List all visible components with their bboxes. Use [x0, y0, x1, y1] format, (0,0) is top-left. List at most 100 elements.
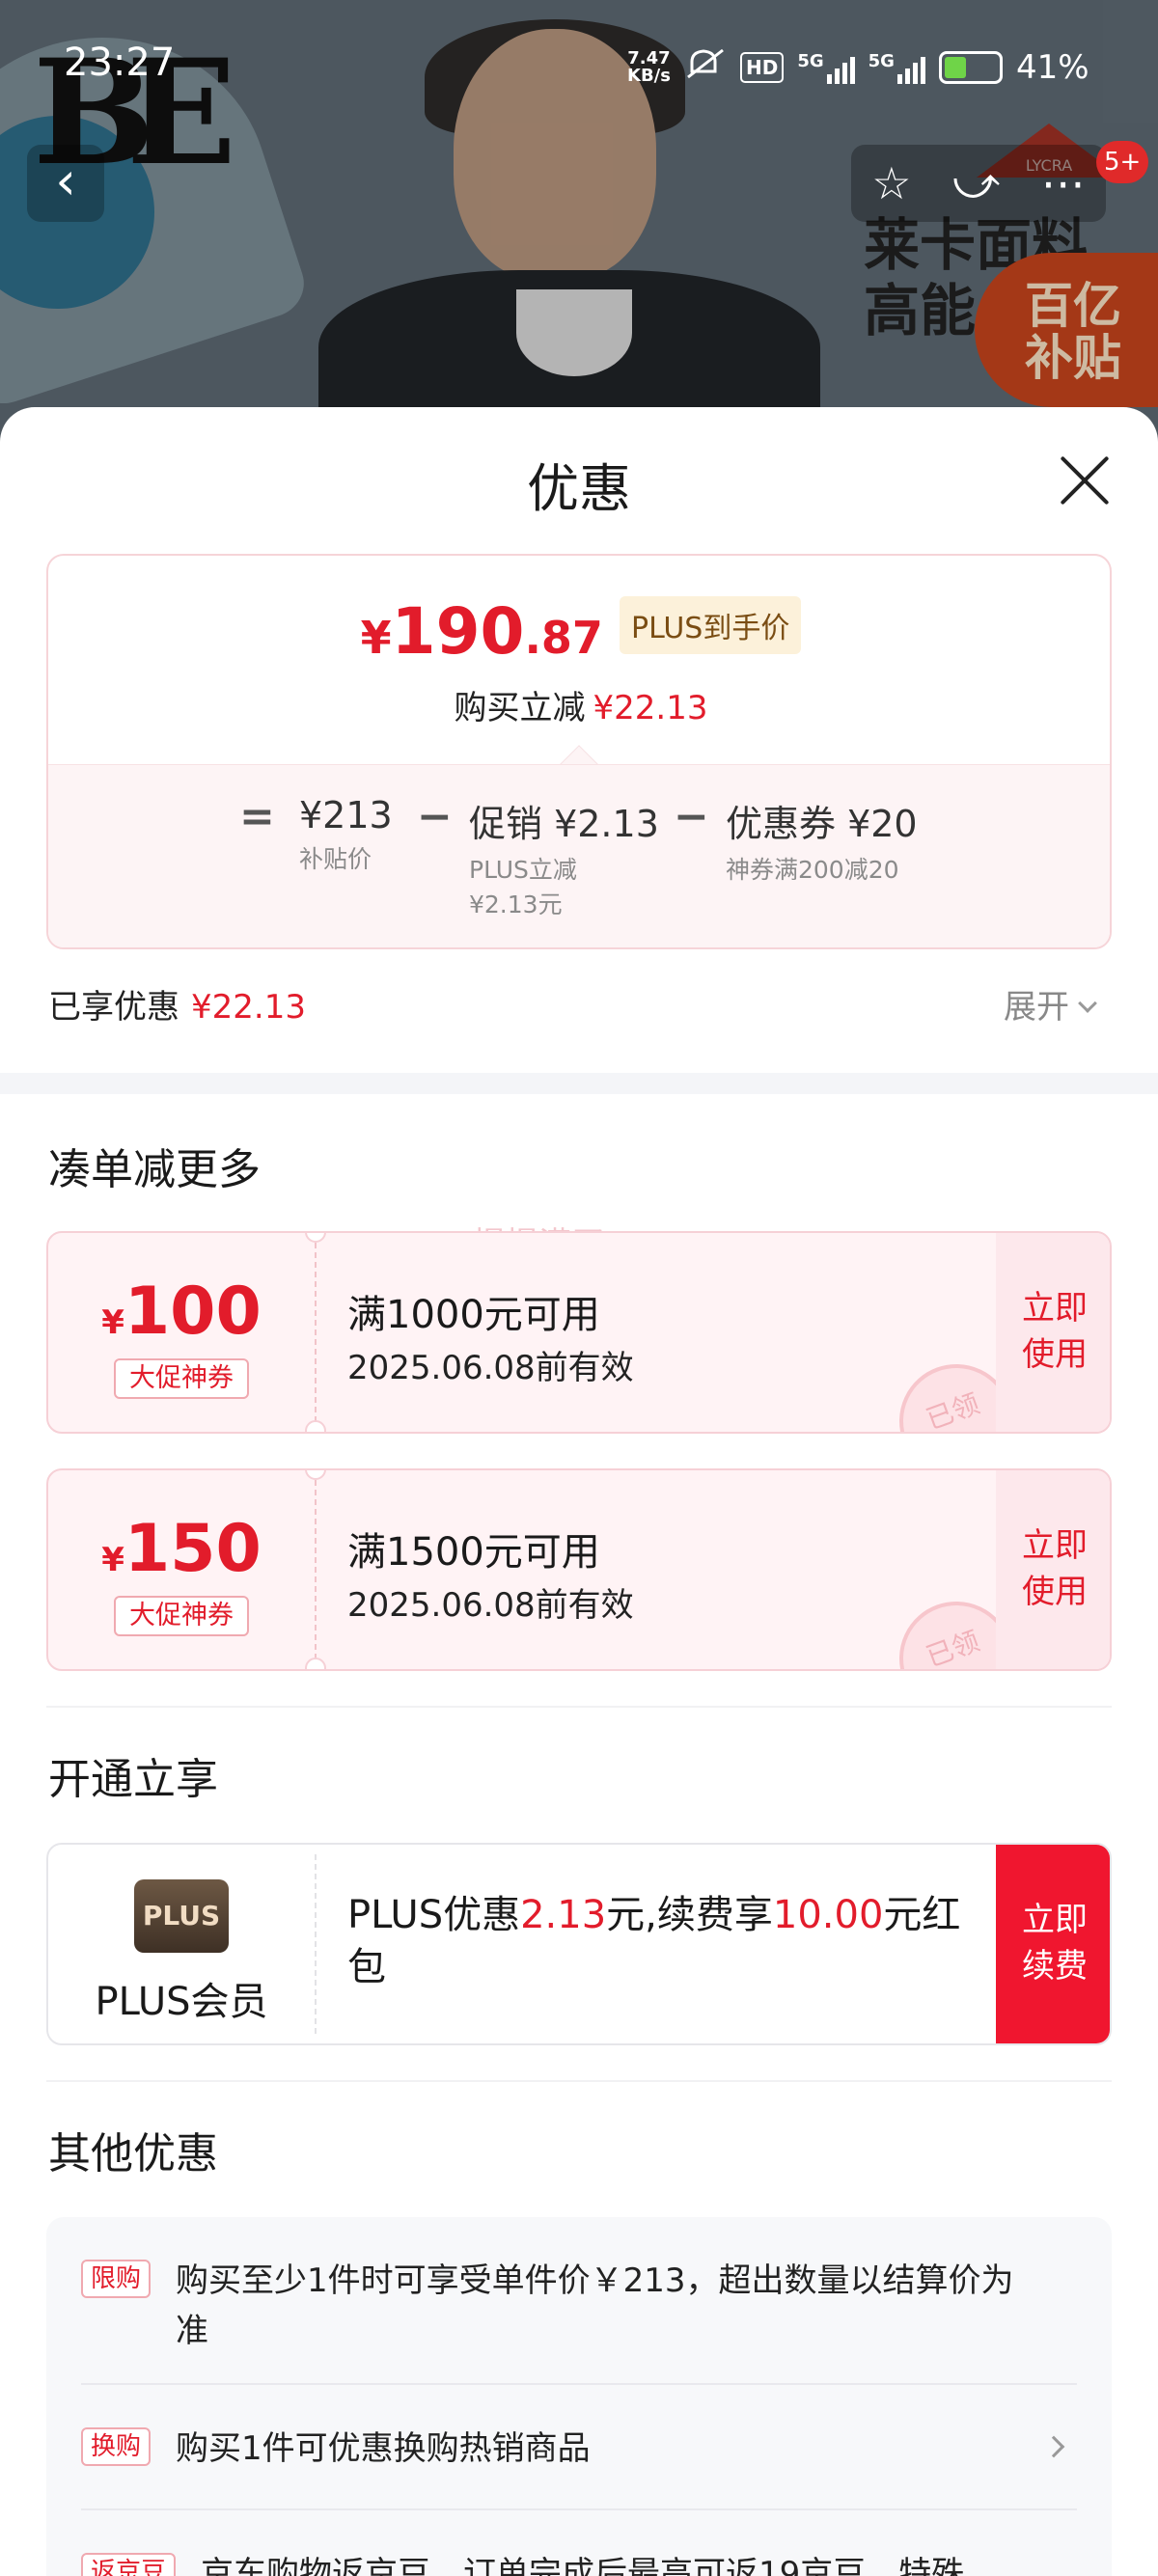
- close-icon[interactable]: [1058, 453, 1112, 507]
- use-button-line1: 立即: [1022, 1289, 1088, 1328]
- coupon-validity: 2025.06.08前有效: [347, 1349, 634, 1387]
- reduce-line: 购买立减 ¥22.13: [48, 681, 1110, 728]
- section-divider: [46, 2080, 1112, 2082]
- expand-label: 展开: [1004, 988, 1069, 1027]
- coupon-divider: [315, 1480, 317, 1659]
- share-icon[interactable]: ⤻: [952, 156, 1000, 210]
- signal-1-label: 5G: [797, 50, 824, 71]
- renew-button-line1: 立即: [1022, 1901, 1088, 1939]
- section-gap: [0, 1073, 1158, 1094]
- promotion-label-line1: PLUS立减: [469, 856, 577, 884]
- signal-icon-2: 5G: [868, 51, 925, 84]
- plus-desc-part1: PLUS优惠: [347, 1893, 521, 1937]
- offer-text: 购买1件可优惠换购热销商品: [176, 2429, 591, 2468]
- price-currency: ¥: [360, 612, 392, 664]
- section-title-open: 开通立享: [48, 1755, 218, 1804]
- subsidy-price-value: ¥213: [299, 794, 393, 836]
- coupon-tag: 大促神券: [114, 1358, 249, 1399]
- plus-divider: [315, 1854, 317, 2034]
- coupon-notch-bottom: [305, 1658, 326, 1669]
- price-decimal: .87: [524, 612, 603, 664]
- price-card: ¥190.87 PLUS到手价 购买立减 ¥22.13 = ¥213 补贴价 − …: [46, 554, 1112, 949]
- equals-sign: =: [239, 792, 275, 841]
- coupon-condition: 满1000元可用: [347, 1293, 600, 1337]
- use-button-line1: 立即: [1022, 1526, 1088, 1565]
- section-title-other: 其他优惠: [48, 2129, 218, 2179]
- use-coupon-button[interactable]: 立即 使用: [996, 1233, 1110, 1432]
- coupon-label: 神券满200减20: [726, 856, 899, 884]
- coupon-value: 优惠券 ¥20: [726, 803, 918, 845]
- plus-price-tag: PLUS到手价: [620, 596, 802, 654]
- sheet-title: 优惠: [527, 458, 631, 519]
- reduce-amount: ¥22.13: [593, 689, 708, 727]
- battery-percent: 41%: [1015, 47, 1089, 87]
- plus-desc-amount1: 2.13: [520, 1893, 607, 1937]
- promotion-value: 促销 ¥2.13: [469, 803, 659, 845]
- signal-icon-1: 5G: [797, 50, 855, 84]
- plus-member-name: PLUS会员: [95, 1980, 268, 2024]
- enjoyed-discount: 已享优惠 ¥22.13: [48, 980, 306, 1028]
- list-divider: [81, 2508, 1077, 2510]
- coupon-value-area: ¥100 大促神券: [48, 1233, 315, 1432]
- enjoyed-label: 已享优惠: [48, 988, 179, 1027]
- expand-button[interactable]: 展开: [1004, 980, 1097, 1028]
- minus-sign-2: −: [674, 792, 709, 841]
- coupon-card: ¥100 大促神券 满1000元可用 2025.06.08前有效 已领 立即 使…: [46, 1231, 1112, 1434]
- coupon-condition: 满1500元可用: [347, 1530, 600, 1575]
- mute-icon: [684, 46, 727, 88]
- subsidy-price-label: 补贴价: [299, 845, 372, 873]
- final-price: ¥190.87 PLUS到手价: [48, 594, 1110, 669]
- status-icons: 7.47 KB/s HD 5G 5G 41%: [627, 46, 1089, 88]
- coupon-tag: 大促神券: [114, 1596, 249, 1636]
- chevron-left-icon: ‹: [55, 151, 76, 211]
- plus-description: PLUS优惠2.13元,续费享10.00元红包: [347, 1889, 984, 1993]
- renew-button-line2: 续费: [1022, 1947, 1088, 1986]
- breakdown-coupon: 优惠券 ¥20 神券满200减20: [726, 794, 918, 888]
- nav-actions: ☆ ⤻ ⋯: [851, 145, 1106, 222]
- minus-sign-1: −: [417, 792, 453, 841]
- coupon-amount-value: 100: [124, 1274, 262, 1350]
- promotion-label: PLUS立减 ¥2.13元: [469, 853, 659, 922]
- offer-badge: 限购: [81, 2260, 152, 2298]
- coupon-currency: ¥: [101, 1303, 124, 1342]
- section-divider: [46, 1706, 1112, 1708]
- price-breakdown: = ¥213 补贴价 − 促销 ¥2.13 PLUS立减 ¥2.13元 − 优惠…: [48, 764, 1110, 947]
- coupon-value-area: ¥150 大促神券: [48, 1470, 315, 1669]
- hd-icon: HD: [739, 51, 785, 83]
- other-offers-list: 限购 购买至少1件时可享受单件价￥213，超出数量以结算价为准 换购 购买1件可…: [46, 2217, 1112, 2576]
- plus-desc-amount2: 10.00: [772, 1893, 884, 1937]
- chevron-right-icon: [1042, 2435, 1065, 2458]
- plus-member-card: PLUS PLUS会员 PLUS优惠2.13元,续费享10.00元红包 立即 续…: [46, 1843, 1112, 2045]
- coupon-validity: 2025.06.08前有效: [347, 1586, 634, 1625]
- coupon-card: ¥150 大促神券 满1500元可用 2025.06.08前有效 已领 立即 使…: [46, 1468, 1112, 1671]
- promotion-label-line2: ¥2.13元: [469, 891, 563, 918]
- coupon-currency: ¥: [101, 1541, 124, 1579]
- status-bar: 23:27 7.47 KB/s HD 5G 5G 41%: [0, 0, 1158, 135]
- more-icon[interactable]: ⋯: [1041, 157, 1086, 209]
- coupon-divider: [315, 1243, 317, 1422]
- use-coupon-button[interactable]: 立即 使用: [996, 1470, 1110, 1669]
- use-button-line2: 使用: [1022, 1335, 1088, 1374]
- favorite-star-icon[interactable]: ☆: [871, 157, 911, 209]
- enjoyed-amount: ¥22.13: [191, 988, 306, 1027]
- coupon-notch-bottom: [305, 1420, 326, 1432]
- section-title-combine: 凑单减更多: [48, 1145, 261, 1194]
- offer-text: 购买至少1件时可享受单件价￥213，超出数量以结算价为准: [176, 2261, 1014, 2350]
- reduce-label: 购买立减: [454, 689, 586, 727]
- renew-button[interactable]: 立即 续费: [996, 1845, 1110, 2043]
- plus-desc-part2: 元,续费享: [606, 1893, 773, 1937]
- use-button-line2: 使用: [1022, 1573, 1088, 1611]
- net-speed-unit: KB/s: [627, 65, 671, 86]
- back-button[interactable]: ‹: [27, 145, 104, 222]
- price-integer: 190: [391, 594, 525, 669]
- breakdown-subsidy-price: ¥213 补贴价: [299, 794, 393, 877]
- offer-badge: 返京豆: [81, 2553, 177, 2576]
- breakdown-promotion: 促销 ¥2.13 PLUS立减 ¥2.13元: [469, 794, 659, 922]
- battery-icon: [938, 50, 1003, 84]
- net-speed-value: 7.47: [627, 47, 671, 69]
- coupon-amount: ¥100: [48, 1274, 315, 1350]
- status-time: 23:27: [64, 41, 176, 85]
- chevron-down-icon: [1078, 994, 1097, 1013]
- offer-badge: 换购: [81, 2427, 152, 2466]
- coupon-amount: ¥150: [48, 1511, 315, 1587]
